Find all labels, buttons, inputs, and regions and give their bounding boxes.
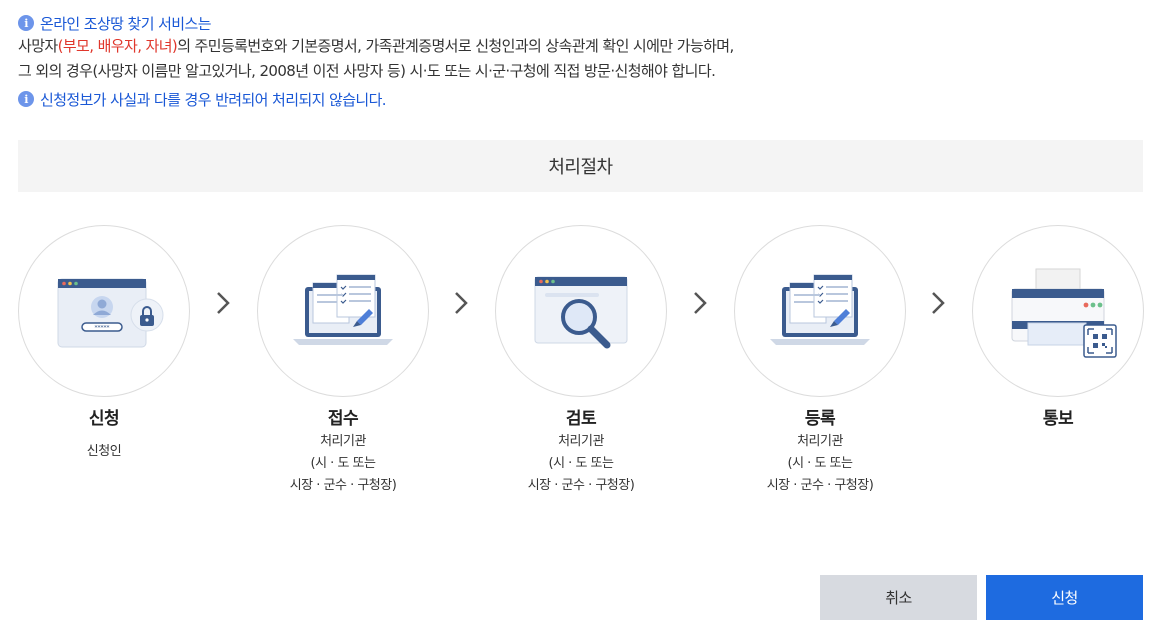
printer-icon [1011, 268, 1117, 358]
step-register: 등록 처리기관 (시 · 도 또는 시장 · 군수 · 구청장) [734, 225, 906, 497]
step-sub: 신청인 [86, 444, 122, 459]
step-sub: 시장 · 군수 · 구청장) [527, 478, 635, 493]
step-receive: 접수 처리기관 (시 · 도 또는 시장 · 군수 · 구청장) [257, 225, 429, 497]
step-icon-circle [495, 225, 667, 397]
step-sub: (시 · 도 또는 [548, 456, 614, 471]
magnifier-icon [534, 276, 628, 349]
notice-warning: 신청정보가 사실과 다를 경우 반려되어 처리되지 않습니다. [40, 90, 387, 109]
info-icon: i [18, 91, 34, 107]
step-sub: (시 · 도 또는 [787, 456, 853, 471]
login-screen-icon: ***** [57, 278, 164, 348]
step-sub: 처리기관 [558, 434, 604, 449]
notice-line-warning: i 신청정보가 사실과 다를 경우 반려되어 처리되지 않습니다. [18, 88, 1138, 110]
step-title: 통보 [1042, 409, 1074, 429]
notice-line-3: 그 외의 경우(사망자 이름만 알고있거나, 2008년 이전 사망자 등) 시… [18, 62, 716, 80]
notice-description: 사망자(부모, 배우자, 자녀)의 주민등록번호와 기본증명서, 가족관계증명서… [18, 34, 1138, 84]
chevron-right-icon [217, 292, 230, 314]
laptop-document-icon [770, 274, 870, 345]
process-header: 처리절차 [18, 140, 1143, 192]
step-sub: 시장 · 군수 · 구청장) [289, 478, 397, 493]
step-icon-circle [257, 225, 429, 397]
step-title: 신청 [88, 409, 120, 429]
step-icon-circle [972, 225, 1144, 397]
notice-highlight: (부모, 배우자, 자녀) [57, 37, 178, 55]
svg-text:*****: ***** [95, 325, 110, 332]
step-sub: 처리기관 [320, 434, 366, 449]
notice-line-service: i 온라인 조상땅 찾기 서비스는 [18, 12, 1138, 34]
step-icon-circle [734, 225, 906, 397]
step-apply: ***** 신청 신청인 [18, 225, 190, 463]
notice-text: 의 주민등록번호와 기본증명서, 가족관계증명서로 신청인과의 상속관계 확인 … [177, 37, 734, 55]
laptop-document-icon [293, 274, 393, 345]
step-icon-circle: ***** [18, 225, 190, 397]
apply-button[interactable]: 신청 [986, 575, 1143, 620]
chevron-right-icon [455, 292, 468, 314]
info-icon: i [18, 15, 34, 31]
chevron-right-icon [932, 292, 945, 314]
cancel-button[interactable]: 취소 [820, 575, 977, 620]
step-title: 검토 [565, 409, 597, 429]
chevron-right-icon [694, 292, 707, 314]
step-notify: 통보 [972, 225, 1144, 431]
notice-title: 온라인 조상땅 찾기 서비스는 [40, 14, 212, 33]
step-review: 검토 처리기관 (시 · 도 또는 시장 · 군수 · 구청장) [495, 225, 667, 497]
step-sub: 처리기관 [797, 434, 843, 449]
step-sub: 시장 · 군수 · 구청장) [766, 478, 874, 493]
notice-section: i 온라인 조상땅 찾기 서비스는 사망자(부모, 배우자, 자녀)의 주민등록… [18, 12, 1138, 110]
step-title: 등록 [804, 409, 836, 429]
notice-line-2: 사망자(부모, 배우자, 자녀)의 주민등록번호와 기본증명서, 가족관계증명서… [18, 34, 1138, 59]
notice-text: 사망자 [18, 37, 58, 55]
step-sub: (시 · 도 또는 [310, 456, 376, 471]
step-title: 접수 [327, 409, 359, 429]
